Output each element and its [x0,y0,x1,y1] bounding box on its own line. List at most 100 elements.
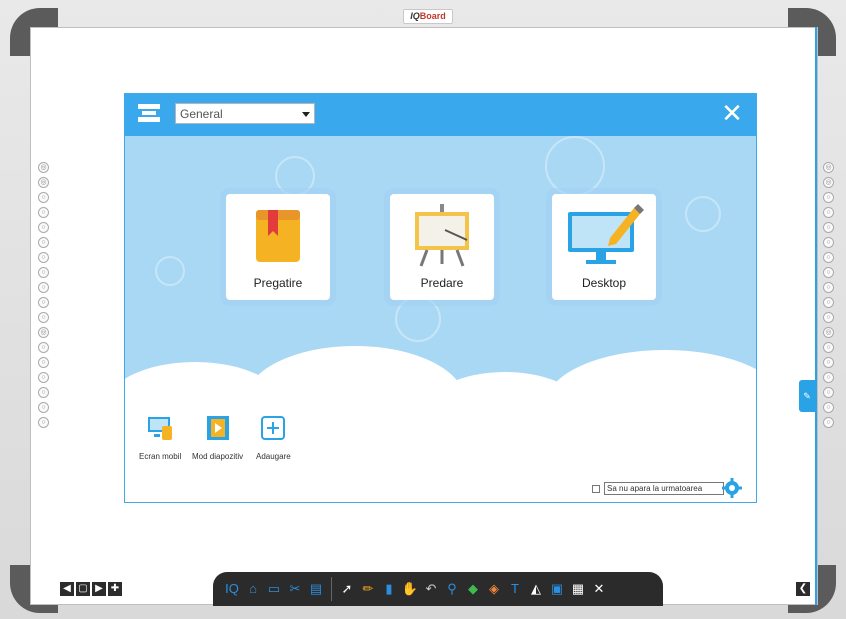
side-tool-icon[interactable]: ◎ [823,327,834,338]
category-select[interactable]: General [175,103,315,124]
side-tool-icon[interactable]: ○ [38,342,49,353]
side-tool-icon[interactable]: ○ [823,267,834,278]
dont-show-checkbox[interactable] [592,484,600,493]
close-toolbar-icon[interactable]: ✕ [590,580,608,598]
pen-tab-button[interactable]: ✎ [799,380,815,412]
screen-icon[interactable]: ▭ [265,580,283,598]
side-tool-icon[interactable]: ○ [823,252,834,263]
background-doodle [155,256,185,286]
side-tool-icon[interactable]: ○ [38,192,49,203]
close-button[interactable]: ✕ [718,100,746,128]
fill-icon[interactable]: ◈ [485,580,503,598]
eraser-icon[interactable]: ▮ [380,580,398,598]
side-tool-icon[interactable]: ◎ [38,327,49,338]
cursor-icon[interactable]: ➚ [338,580,356,598]
keyboard-icon[interactable]: ▤ [307,580,325,598]
ecran-mobil-button[interactable]: Ecran mobil [139,414,181,461]
button-label: Mod diapozitiv [192,452,244,461]
side-tool-icon[interactable]: ○ [823,357,834,368]
side-tool-icon[interactable]: ○ [823,297,834,308]
right-side-toolbar: ◎ ◎ ○ ○ ○ ○ ○ ○ ○ ○ ○ ◎ ○ ○ ○ ○ ○ ○ [823,162,835,428]
start-dialog: General ✕ Pregatire Predare Desktop Ecra… [124,93,757,503]
tile-pregatire[interactable]: Pregatire [226,194,330,300]
side-tool-icon[interactable]: ○ [823,192,834,203]
iq-logo-icon[interactable]: IQ [223,580,241,598]
side-tool-icon[interactable]: ◎ [38,177,49,188]
brand-prefix: IQ [410,11,420,21]
side-tool-icon[interactable]: ○ [823,207,834,218]
chevron-down-icon [302,112,310,117]
side-tool-icon[interactable]: ○ [38,387,49,398]
side-tool-icon[interactable]: ○ [823,387,834,398]
side-tool-icon[interactable]: ○ [823,312,834,323]
tile-predare[interactable]: Predare [390,194,494,300]
bottom-toolbar: IQ ⌂ ▭ ✂ ▤ ➚ ✏ ▮ ✋ ↶ ⚲ ◆ ◈ T ◭ ▣ ▦ ✕ [213,572,663,606]
gear-icon[interactable] [722,478,742,498]
side-tool-icon[interactable]: ○ [38,252,49,263]
background-doodle [395,296,441,342]
side-tool-icon[interactable]: ○ [38,237,49,248]
next-page-button[interactable]: ▶ [92,582,106,596]
pen-icon[interactable]: ✏ [359,580,377,598]
slideshow-icon [206,416,229,440]
toolbar-separator [331,577,332,601]
side-tool-icon[interactable]: ○ [38,267,49,278]
collapse-button[interactable]: ❮ [796,582,810,596]
side-tool-icon[interactable]: ○ [38,312,49,323]
tile-label: Predare [420,276,464,290]
button-label: Ecran mobil [139,452,182,461]
side-tool-icon[interactable]: ○ [38,297,49,308]
previous-page-button[interactable]: ◀ [60,582,74,596]
add-icon [261,416,286,440]
side-tool-icon[interactable]: ○ [38,402,49,413]
shapes-icon[interactable]: ◆ [464,580,482,598]
background-doodle [545,136,605,196]
dialog-body: Pregatire Predare Desktop Ecran mobil Mo… [125,136,756,502]
text-icon[interactable]: T [506,580,524,598]
spotlight-icon[interactable]: ◭ [527,580,545,598]
side-tool-icon[interactable]: ○ [38,207,49,218]
zoom-icon[interactable]: ⚲ [443,580,461,598]
left-side-toolbar: ◎ ◎ ○ ○ ○ ○ ○ ○ ○ ○ ○ ◎ ○ ○ ○ ○ ○ ○ [38,162,50,428]
side-tool-icon[interactable]: ○ [38,417,49,428]
side-tool-icon[interactable]: ○ [823,237,834,248]
side-tool-icon[interactable]: ◎ [823,177,834,188]
side-tool-icon[interactable]: ○ [823,222,834,233]
side-tool-icon[interactable]: ○ [38,222,49,233]
tile-label: Desktop [581,276,627,290]
dont-show-again-option: Sa nu apara la urmatoarea [592,482,724,495]
side-tool-icon[interactable]: ○ [38,357,49,368]
mod-diapozitiv-button[interactable]: Mod diapozitiv [192,414,243,461]
background-doodle [275,156,315,196]
camera-icon[interactable]: ▣ [548,580,566,598]
dialog-header: General ✕ [125,94,756,136]
brand-name: Board [419,11,446,21]
hand-icon[interactable]: ✋ [401,580,419,598]
dont-show-label: Sa nu apara la urmatoarea [604,482,724,495]
undo-icon[interactable]: ↶ [422,580,440,598]
mobile-screen-icon [148,417,173,440]
tile-label: Pregatire [253,276,303,290]
template-icon [138,104,160,122]
adaugare-button[interactable]: Adaugare [256,414,291,461]
book-icon [256,210,300,262]
home-icon[interactable]: ⌂ [244,580,262,598]
side-tool-icon[interactable]: ○ [823,342,834,353]
side-tool-icon[interactable]: ○ [823,282,834,293]
tile-desktop[interactable]: Desktop [552,194,656,300]
side-tool-icon[interactable]: ◎ [823,162,834,173]
button-label: Adaugare [256,452,291,461]
background-doodle [685,196,721,232]
side-tool-icon[interactable]: ○ [823,372,834,383]
add-page-button[interactable]: ✚ [108,582,122,596]
side-tool-icon[interactable]: ◎ [38,162,49,173]
grid-icon[interactable]: ▦ [569,580,587,598]
tools-icon[interactable]: ✂ [286,580,304,598]
side-tool-icon[interactable]: ○ [823,402,834,413]
side-tool-icon[interactable]: ○ [38,372,49,383]
presentation-board-icon [415,204,469,267]
desktop-pencil-icon [568,204,644,264]
side-tool-icon[interactable]: ○ [38,282,49,293]
page-overview-button[interactable]: ▢ [76,582,90,596]
side-tool-icon[interactable]: ○ [823,417,834,428]
